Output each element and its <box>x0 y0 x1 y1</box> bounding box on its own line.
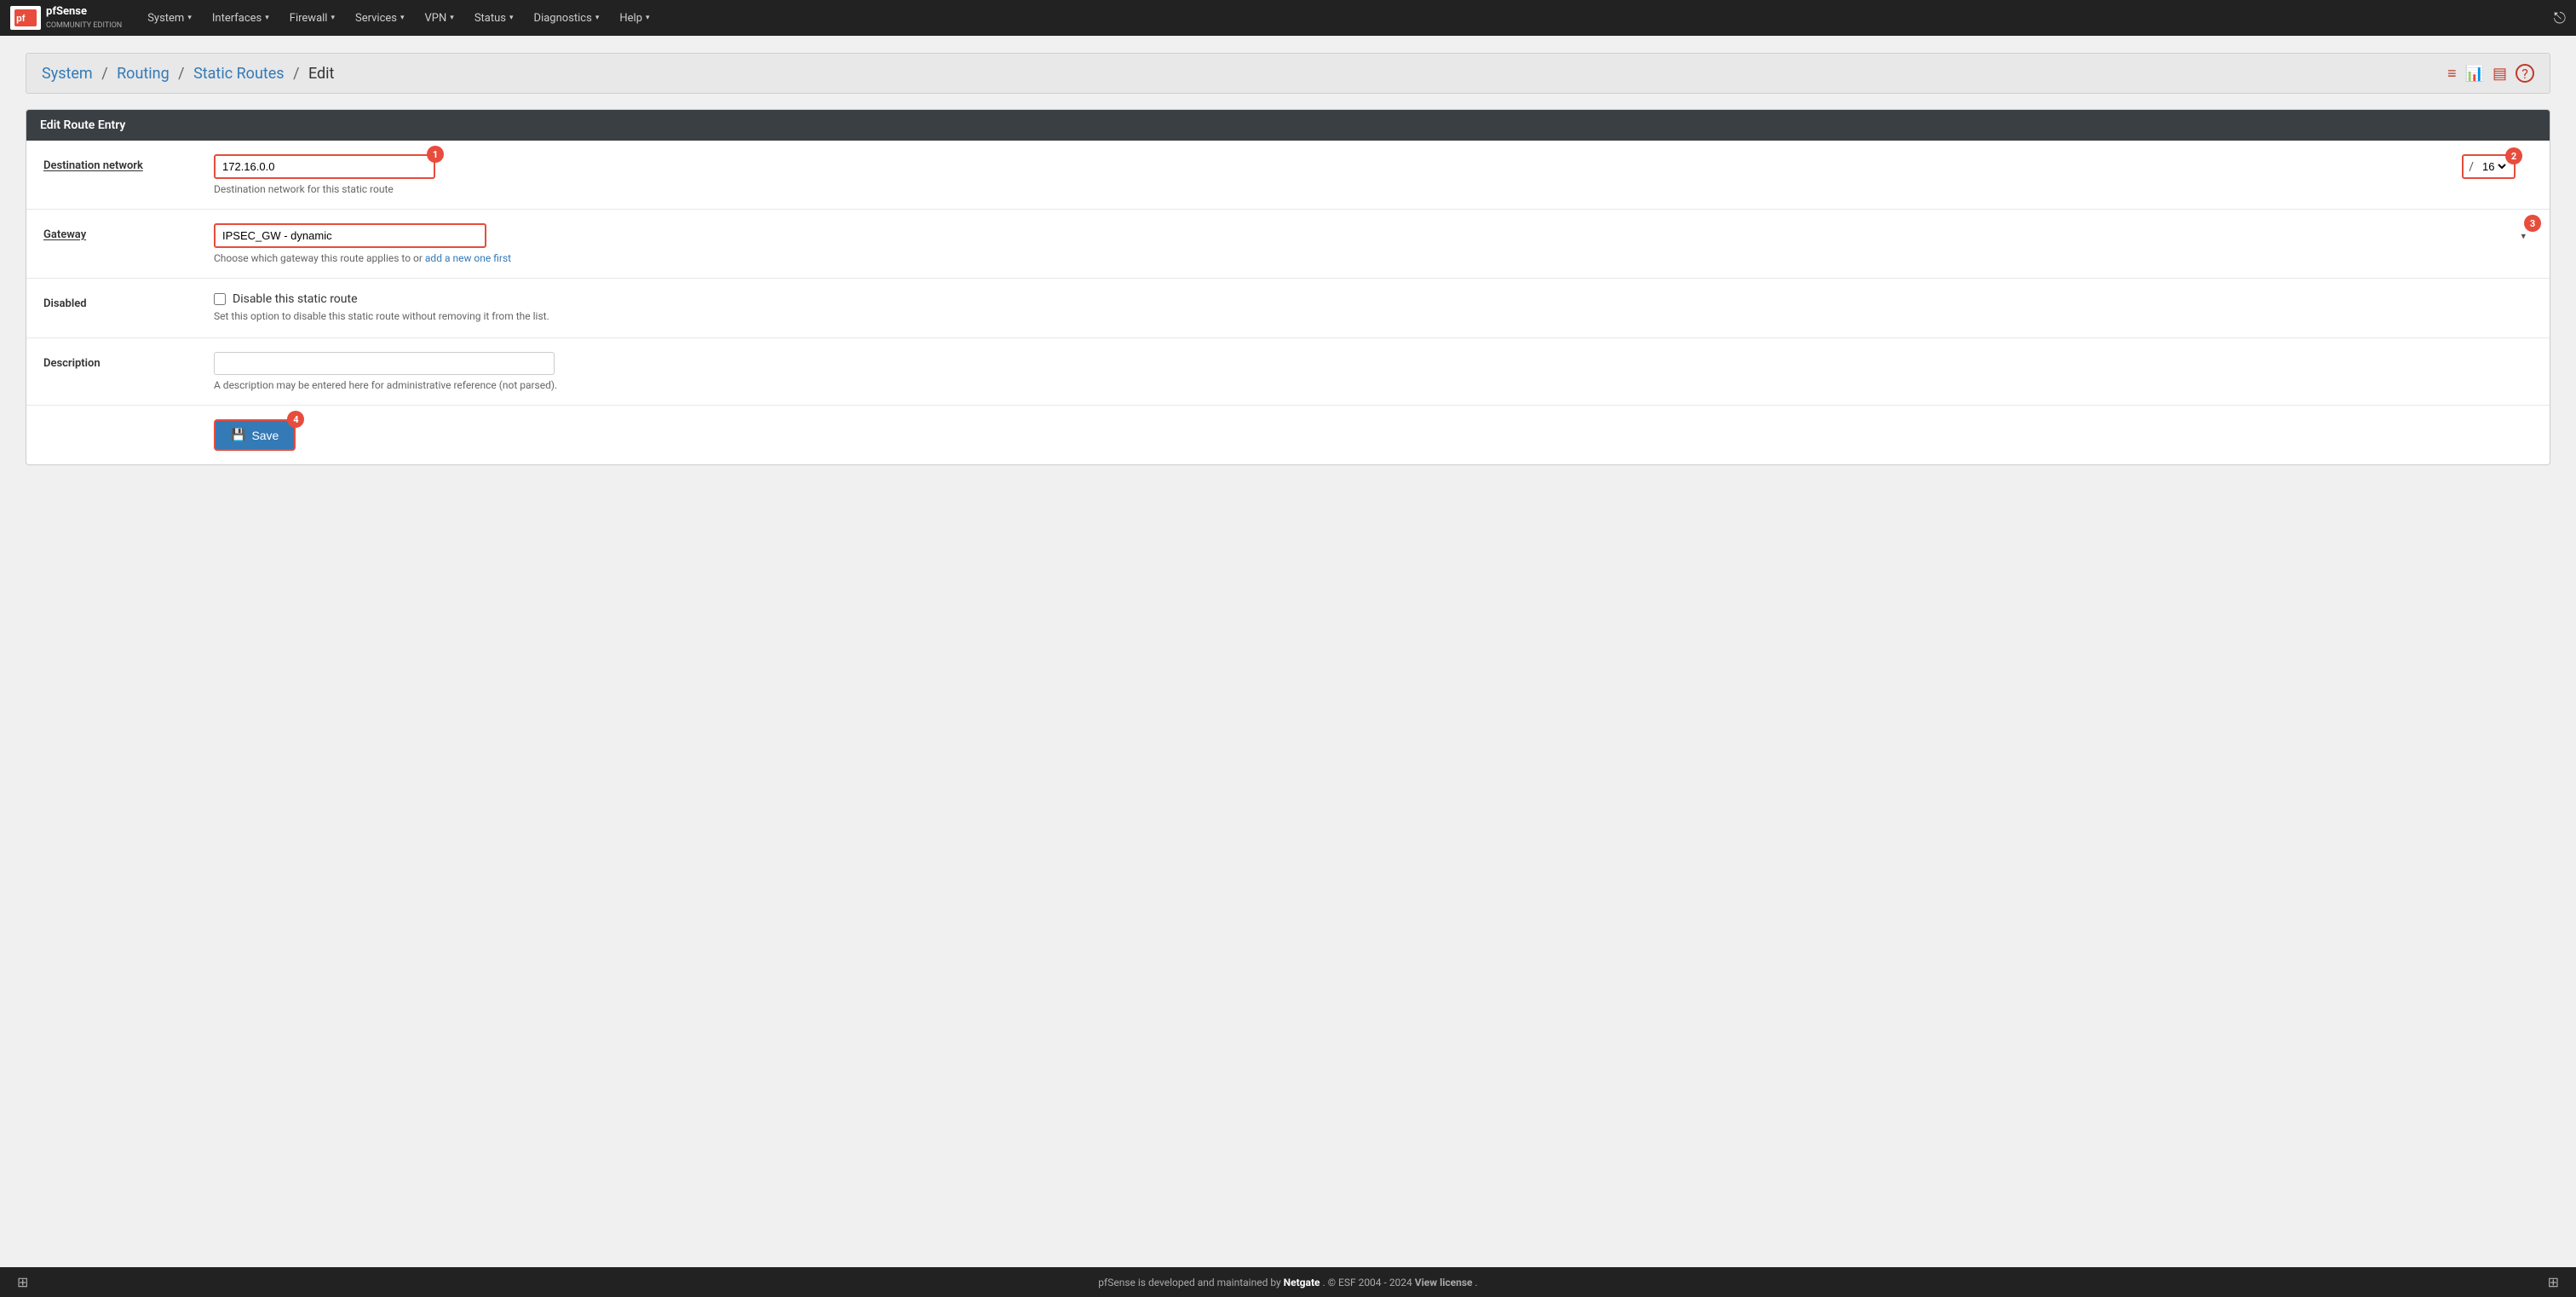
gateway-help-text: Choose which gateway this route applies … <box>214 252 2533 264</box>
gateway-select-wrap: IPSEC_GW - dynamic ▾ 3 <box>214 223 2533 248</box>
nav-menu: System▾ Interfaces▾ Firewall▾ Services▾ … <box>139 5 2554 32</box>
description-control: A description may be entered here for ad… <box>214 352 2533 391</box>
save-row: 💾 Save 4 <box>26 406 2550 464</box>
description-help-text: A description may be entered here for ad… <box>214 379 2533 391</box>
destination-network-label: Destination network <box>43 154 214 172</box>
breadcrumb-routing[interactable]: Routing <box>117 65 170 83</box>
footer-text-pre: pfSense <box>1098 1277 1136 1288</box>
nav-interfaces[interactable]: Interfaces▾ <box>204 5 278 32</box>
footer-left-icon[interactable]: ⊞ <box>17 1274 28 1290</box>
disabled-row: Disabled Disable this static route Set t… <box>26 279 2550 338</box>
footer-center: pfSense is developed and maintained by N… <box>28 1277 2547 1288</box>
chart-icon[interactable]: 📊 <box>2465 65 2484 83</box>
nav-help[interactable]: Help▾ <box>611 5 658 32</box>
footer-period: . <box>1475 1277 1478 1288</box>
breadcrumb-static-routes[interactable]: Static Routes <box>193 65 285 83</box>
dest-ip-row: 1 / 012345678910111213141516171819202122… <box>214 154 2533 179</box>
breadcrumb-icons: ≡ 📊 ▤ ? <box>2447 64 2534 83</box>
save-button[interactable]: 💾 Save <box>214 419 296 451</box>
destination-help-text: Destination network for this static rout… <box>214 183 2533 195</box>
gateway-row: Gateway IPSEC_GW - dynamic ▾ 3 Choose wh… <box>26 210 2550 279</box>
sliders-icon[interactable]: ≡ <box>2447 65 2457 83</box>
disabled-checkbox-row: Disable this static route <box>214 292 2533 306</box>
cidr-select[interactable]: 0123456789101112131415161718192021222324… <box>2479 159 2509 174</box>
gateway-select[interactable]: IPSEC_GW - dynamic <box>214 223 486 248</box>
badge-1: 1 <box>427 146 444 163</box>
breadcrumb-sep-1: / <box>101 65 112 83</box>
description-label: Description <box>43 352 214 370</box>
logout-icon[interactable]: ⎋ <box>2554 9 2566 27</box>
nav-status[interactable]: Status▾ <box>466 5 522 32</box>
breadcrumb-sep-3: / <box>293 65 303 83</box>
logo-box: pf <box>10 6 41 30</box>
breadcrumb-sep-2: / <box>178 65 188 83</box>
footer: ⊞ pfSense is developed and maintained by… <box>0 1267 2576 1297</box>
footer-right-icon[interactable]: ⊞ <box>2548 1274 2559 1290</box>
main-content: System / Routing / Static Routes / Edit … <box>0 36 2576 1267</box>
nav-diagnostics[interactable]: Diagnostics▾ <box>526 5 608 32</box>
add-gateway-link[interactable]: add a new one first <box>425 252 511 264</box>
list-icon[interactable]: ▤ <box>2493 65 2507 83</box>
card-header: Edit Route Entry <box>26 110 2550 141</box>
cidr-separator: / <box>2469 160 2474 174</box>
disabled-label: Disabled <box>43 292 214 310</box>
breadcrumb: System / Routing / Static Routes / Edit <box>42 65 334 83</box>
brand-logo[interactable]: pf pfSense COMMUNITY EDITION <box>10 5 122 30</box>
badge-2: 2 <box>2505 147 2522 164</box>
dest-ip-field: 1 <box>214 154 435 179</box>
disabled-control: Disable this static route Set this optio… <box>214 292 2533 322</box>
help-icon[interactable]: ? <box>2516 64 2534 83</box>
nav-vpn[interactable]: VPN▾ <box>417 5 463 32</box>
nav-system[interactable]: System▾ <box>139 5 200 32</box>
breadcrumb-edit: Edit <box>308 65 334 83</box>
footer-license-link[interactable]: View license <box>1415 1277 1473 1288</box>
description-input[interactable] <box>214 352 555 375</box>
brand-name: pfSense COMMUNITY EDITION <box>46 5 122 30</box>
edit-route-card: Edit Route Entry Destination network 1 <box>26 109 2550 465</box>
destination-inputs: 1 / 012345678910111213141516171819202122… <box>214 154 2533 195</box>
gateway-help-pre: Choose which gateway this route applies … <box>214 252 425 264</box>
cidr-container: / 01234567891011121314151617181920212223… <box>2462 154 2516 179</box>
disabled-checkbox[interactable] <box>214 293 226 305</box>
destination-ip-input[interactable] <box>214 154 435 179</box>
svg-text:pf: pf <box>16 14 26 24</box>
card-title: Edit Route Entry <box>40 118 125 132</box>
save-icon: 💾 <box>231 428 245 442</box>
pfsense-logo-icon: pf <box>14 9 37 26</box>
breadcrumb-bar: System / Routing / Static Routes / Edit … <box>26 53 2550 94</box>
gateway-label: Gateway <box>43 223 214 241</box>
save-button-label: Save <box>251 429 279 442</box>
nav-firewall[interactable]: Firewall▾ <box>281 5 343 32</box>
footer-brand: Netgate <box>1284 1277 1320 1288</box>
footer-text-mid: is developed and maintained by <box>1138 1277 1284 1288</box>
disabled-help-text: Set this option to disable this static r… <box>214 310 2533 322</box>
gateway-control: IPSEC_GW - dynamic ▾ 3 Choose which gate… <box>214 223 2533 264</box>
breadcrumb-system[interactable]: System <box>42 65 93 83</box>
badge-3: 3 <box>2524 215 2541 232</box>
footer-text-post: . © ESF 2004 - 2024 <box>1322 1277 1414 1288</box>
save-button-wrap: 💾 Save 4 <box>214 419 296 451</box>
top-navbar: pf pfSense COMMUNITY EDITION System▾ Int… <box>0 0 2576 36</box>
destination-network-row: Destination network 1 / 0123456789101112… <box>26 141 2550 210</box>
card-body: Destination network 1 / 0123456789101112… <box>26 141 2550 464</box>
gateway-dropdown-arrow: ▾ <box>2521 230 2526 241</box>
badge-4: 4 <box>287 411 304 428</box>
description-row: Description A description may be entered… <box>26 338 2550 406</box>
nav-services[interactable]: Services▾ <box>347 5 413 32</box>
disabled-checkbox-label[interactable]: Disable this static route <box>233 292 358 306</box>
